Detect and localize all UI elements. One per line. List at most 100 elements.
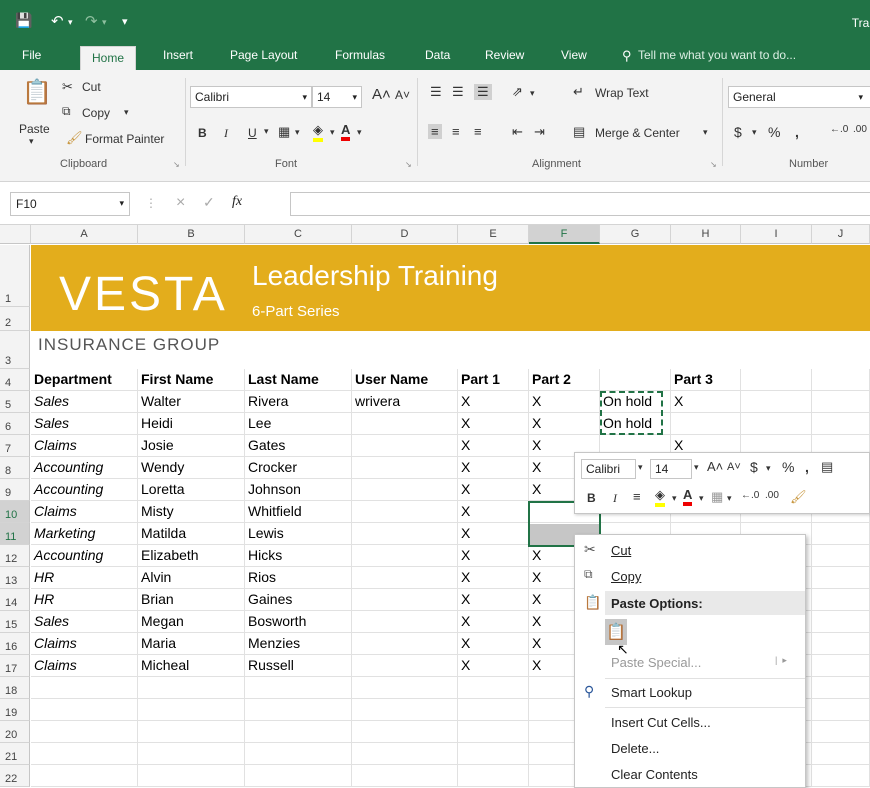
table-cell[interactable]: Loretta xyxy=(138,479,245,501)
row-header-5[interactable]: 5 xyxy=(0,391,30,413)
menu-item-paste-special[interactable]: Paste Special... xyxy=(611,655,701,670)
table-cell[interactable] xyxy=(352,523,458,545)
align-right-icon[interactable]: ≡ xyxy=(474,124,482,139)
table-cell[interactable]: Crocker xyxy=(245,457,352,479)
table-cell[interactable] xyxy=(352,545,458,567)
cell-d20[interactable] xyxy=(352,721,458,743)
table-cell[interactable] xyxy=(352,567,458,589)
menu-item-smart-lookup[interactable]: Smart Lookup xyxy=(611,685,692,700)
table-cell[interactable]: Misty xyxy=(138,501,245,523)
align-left-icon[interactable]: ≡ xyxy=(428,124,442,139)
enter-icon[interactable]: ✓ xyxy=(203,194,215,211)
cell-c22[interactable] xyxy=(245,765,352,787)
table-cell[interactable]: X xyxy=(529,413,600,435)
table-cell[interactable]: X xyxy=(458,413,529,435)
table-cell[interactable] xyxy=(352,611,458,633)
table-cell[interactable]: Claims xyxy=(31,655,138,677)
row-header-15[interactable]: 15 xyxy=(0,611,30,633)
mini-align-icon[interactable]: ≡ xyxy=(633,489,641,504)
row-header-6[interactable]: 6 xyxy=(0,413,30,435)
mini-decrease-decimal-icon[interactable]: .00 xyxy=(765,490,779,501)
cut-button[interactable]: Cut xyxy=(82,80,101,94)
decrease-decimal-icon[interactable]: .00 xyxy=(853,124,867,135)
row-header-1[interactable]: 1 xyxy=(0,245,30,307)
font-launcher-icon[interactable]: ↘ xyxy=(405,160,412,169)
cell-i6[interactable] xyxy=(741,413,812,435)
menu-item-delete[interactable]: Delete... xyxy=(611,741,659,756)
cell-j11[interactable] xyxy=(812,523,870,545)
row-header-18[interactable]: 18 xyxy=(0,677,30,699)
table-cell[interactable] xyxy=(352,589,458,611)
tab-review[interactable]: Review xyxy=(485,48,524,62)
tab-page-layout[interactable]: Page Layout xyxy=(230,48,297,62)
table-cell[interactable]: X xyxy=(458,611,529,633)
table-cell[interactable]: wrivera xyxy=(352,391,458,413)
column-header-e[interactable]: E xyxy=(458,225,529,244)
mini-increase-font-icon[interactable]: A˄ xyxy=(707,459,723,474)
tab-formulas[interactable]: Formulas xyxy=(335,48,385,62)
table-cell[interactable]: Maria xyxy=(138,633,245,655)
cell-b22[interactable] xyxy=(138,765,245,787)
cell-i5[interactable] xyxy=(741,391,812,413)
copy-button[interactable]: Copy xyxy=(82,106,110,120)
row-header-9[interactable]: 9 xyxy=(0,479,30,501)
cell-j22[interactable] xyxy=(812,765,870,787)
cell-c20[interactable] xyxy=(245,721,352,743)
increase-font-icon[interactable]: A˄ xyxy=(372,86,391,103)
row-header-3[interactable]: 3 xyxy=(0,331,30,369)
table-cell[interactable]: Russell xyxy=(245,655,352,677)
header-cell[interactable]: Department xyxy=(31,369,138,391)
mini-borders-icon[interactable]: ▦ xyxy=(711,489,723,505)
decrease-font-icon[interactable]: A˅ xyxy=(395,88,410,102)
orientation-icon[interactable]: ⇗ xyxy=(512,84,523,100)
insert-function-icon[interactable]: fx xyxy=(232,194,242,210)
row-header-13[interactable]: 13 xyxy=(0,567,30,589)
table-cell[interactable] xyxy=(352,413,458,435)
menu-item-copy[interactable]: Copy xyxy=(611,569,641,584)
cell-e22[interactable] xyxy=(458,765,529,787)
increase-decimal-icon[interactable]: ←.0 xyxy=(830,124,848,135)
merge-center-button[interactable]: Merge & Center xyxy=(595,126,680,140)
table-cell[interactable] xyxy=(352,633,458,655)
header-cell[interactable]: Part 1 xyxy=(458,369,529,391)
tab-data[interactable]: Data xyxy=(425,48,450,62)
row-header-12[interactable]: 12 xyxy=(0,545,30,567)
italic-button[interactable]: I xyxy=(224,126,228,141)
table-cell[interactable]: Sales xyxy=(31,611,138,633)
menu-item-insert-cut-cells[interactable]: Insert Cut Cells... xyxy=(611,715,711,730)
mini-size-combo[interactable]: 14 xyxy=(650,459,692,479)
tab-home[interactable]: Home xyxy=(80,46,137,70)
cell-b18[interactable] xyxy=(138,677,245,699)
table-cell[interactable]: Lewis xyxy=(245,523,352,545)
header-cell[interactable]: Last Name xyxy=(245,369,352,391)
undo-icon[interactable]: ↶ xyxy=(51,12,64,30)
paste-icon[interactable]: 📋 xyxy=(22,78,52,107)
table-cell[interactable] xyxy=(352,435,458,457)
header-cell[interactable]: Part 3 xyxy=(671,369,741,391)
table-cell[interactable]: Johnson xyxy=(245,479,352,501)
row-header-7[interactable]: 7 xyxy=(0,435,30,457)
mini-fill-color-icon[interactable]: ◈ xyxy=(655,487,665,507)
mini-decrease-font-icon[interactable]: A˅ xyxy=(727,461,741,473)
table-cell[interactable]: Gaines xyxy=(245,589,352,611)
cell-e19[interactable] xyxy=(458,699,529,721)
table-cell[interactable]: Bosworth xyxy=(245,611,352,633)
name-box[interactable]: F10 ▾ xyxy=(10,192,130,216)
underline-button[interactable]: U xyxy=(248,126,257,140)
table-cell[interactable]: X xyxy=(458,391,529,413)
cell-c21[interactable] xyxy=(245,743,352,765)
table-cell[interactable]: Gates xyxy=(245,435,352,457)
table-cell[interactable]: Matilda xyxy=(138,523,245,545)
paste-dropdown-icon[interactable]: ▾ xyxy=(29,136,34,147)
tab-file[interactable]: File xyxy=(22,48,41,62)
mini-increase-decimal-icon[interactable]: ←.0 xyxy=(741,490,759,501)
cell-i4[interactable] xyxy=(741,369,812,391)
mini-bold-button[interactable]: B xyxy=(587,491,596,505)
table-cell[interactable]: X xyxy=(458,567,529,589)
table-cell[interactable]: Accounting xyxy=(31,457,138,479)
mini-comma-button[interactable]: , xyxy=(805,459,809,475)
cell-d19[interactable] xyxy=(352,699,458,721)
row-header-16[interactable]: 16 xyxy=(0,633,30,655)
menu-item-cut[interactable]: Cut xyxy=(611,543,631,558)
borders-icon[interactable]: ▦ xyxy=(278,124,290,140)
